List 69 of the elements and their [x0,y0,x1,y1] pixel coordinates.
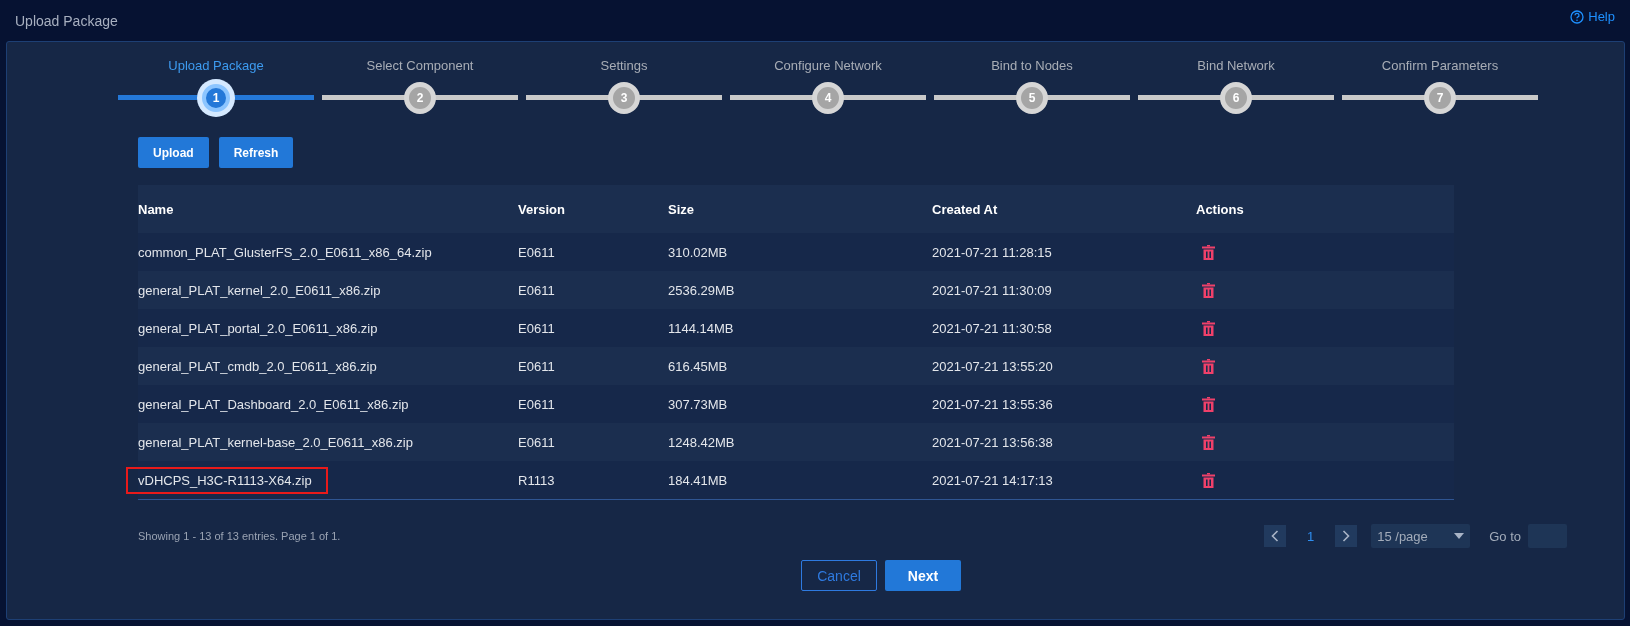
version-cell-text: E0611 [518,396,556,412]
step-number[interactable]: 7 [1424,82,1456,114]
date-cell-text: 2021-07-21 13:55:36 [932,396,1054,412]
entries-summary: Showing 1 - 13 of 13 entries. Page 1 of 1. [138,530,341,542]
step-number[interactable]: 2 [404,82,436,114]
file-name: general_PLAT_Dashboard_2.0_E0611_x86.zip [138,395,409,414]
column-header: Actions [1196,201,1245,217]
chevron-left-icon [1271,530,1280,542]
date-cell-text: 2021-07-21 11:30:09 [932,282,1053,298]
step-number[interactable]: 6 [1220,82,1252,114]
column-header: Version [518,201,566,217]
file-name: general_PLAT_portal_2.0_E0611_x86.zip [138,319,378,338]
version-cell-text: E0611 [518,434,556,450]
date-cell-text: 2021-07-21 14:17:13 [932,472,1054,488]
version-cell-text: E0611 [518,320,556,336]
caret-icon [1454,533,1465,539]
version-cell-text: E0611 [518,358,556,374]
cancel-button[interactable]: Cancel [801,560,877,591]
page-number[interactable]: 1 [1286,528,1336,544]
delete-icon[interactable] [1202,320,1215,336]
step-number[interactable]: 3 [608,82,640,114]
toolbar-button[interactable]: Refresh [218,137,294,168]
delete-icon[interactable] [1202,282,1215,298]
date-cell-text: 2021-07-21 13:56:38 [932,434,1054,450]
step-label: Upload Package [168,58,264,75]
step-label: Confirm Parameters [1381,58,1499,75]
column-header: Size [668,201,695,217]
step-label: Configure Network [774,58,882,75]
size-cell-text: 184.41MB [668,472,729,488]
file-name: general_PLAT_kernel_2.0_E0611_x86.zip [138,281,381,300]
column-header: Name [138,201,175,217]
step-label: Bind Network [1197,58,1275,75]
size-cell-text: 1248.42MB [668,434,736,450]
date-cell-text: 2021-07-21 11:28:15 [932,244,1053,260]
column-header: Created At [932,201,999,217]
page-size-select[interactable]: 15 /page [1371,524,1471,548]
delete-icon[interactable] [1202,358,1215,374]
delete-icon[interactable] [1202,472,1215,488]
step-label: Settings [600,58,648,75]
next-button[interactable]: Next [885,560,961,591]
date-cell-text: 2021-07-21 11:30:58 [932,320,1053,336]
file-name: vDHCPS_H3C-R1113-X64.zip [128,468,326,492]
delete-icon[interactable] [1202,244,1215,260]
step-label: Select Component [366,58,474,75]
step-number[interactable]: 5 [1016,82,1048,114]
size-cell-text: 2536.29MB [668,282,736,298]
size-cell-text: 616.45MB [668,358,729,374]
version-cell-text: R1113 [518,472,556,488]
file-name: general_PLAT_kernel-base_2.0_E0611_x86.zip [138,433,413,452]
size-cell-text: 310.02MB [668,244,729,260]
version-cell-text: E0611 [518,244,556,260]
version-cell-text: E0611 [518,282,556,298]
previous-page-button[interactable] [1264,525,1287,547]
next-page-button[interactable] [1335,525,1358,547]
file-name: common_PLAT_GlusterFS_2.0_E0611_x86_64.zip [138,243,432,262]
help-icon [1570,9,1585,24]
size-cell-text: 307.73MB [668,396,729,412]
toolbar-button[interactable]: Upload [138,137,209,168]
file-name: general_PLAT_cmdb_2.0_E0611_x86.zip [138,357,377,376]
delete-icon[interactable] [1202,434,1215,450]
chevron-right-icon [1342,530,1351,542]
help-link[interactable]: Help [1570,9,1615,24]
delete-icon[interactable] [1202,396,1215,412]
page-title: Upload Package [15,12,118,29]
date-cell-text: 2021-07-21 13:55:20 [932,358,1054,374]
size-cell-text: 1144.14MB [668,320,735,336]
step-number[interactable]: 4 [812,82,844,114]
goto-label: Go to [1489,528,1521,544]
step-label: Bind to Nodes [991,58,1073,75]
